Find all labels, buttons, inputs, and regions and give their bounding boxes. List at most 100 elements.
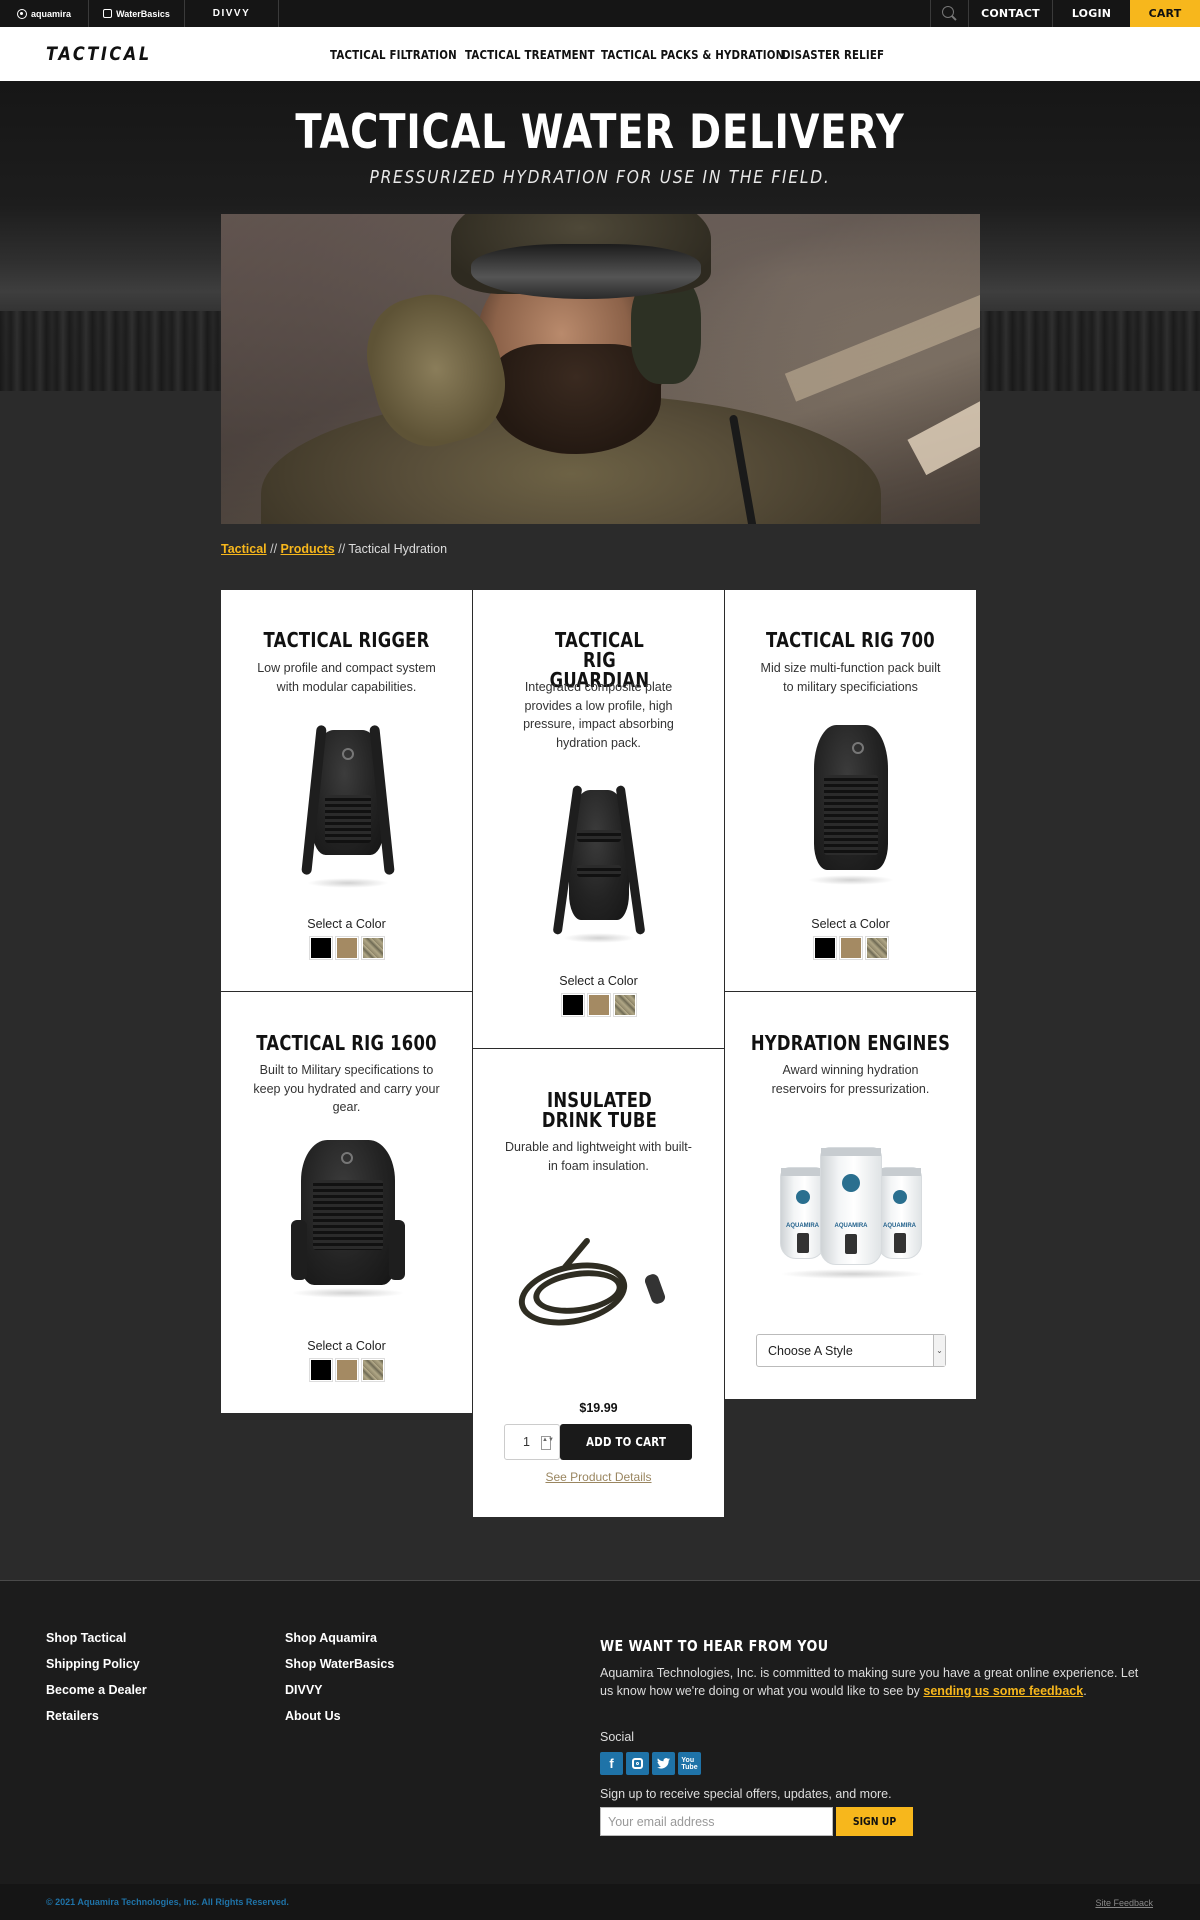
login-link[interactable]: LOGIN — [1052, 0, 1130, 27]
add-to-cart-label: ADD TO CART — [585, 1435, 667, 1449]
product-title[interactable]: HYDRATION ENGINES — [748, 1033, 954, 1053]
tactical-rig-1600-image[interactable] — [291, 1140, 405, 1300]
product-description: Integrated composite plate provides a lo… — [523, 680, 674, 750]
facebook-icon[interactable]: f — [600, 1752, 623, 1775]
swatch-camo[interactable] — [864, 936, 889, 960]
hero-title: TACTICAL WATER DELIVERY — [295, 105, 905, 160]
brand-aquamira-link[interactable]: aquamira — [0, 0, 89, 27]
swatch-tan[interactable] — [838, 936, 863, 960]
swatch-tan[interactable] — [586, 993, 611, 1017]
select-color-label: Select a Color — [307, 1339, 386, 1353]
sign-up-button[interactable]: SIGN UP — [836, 1807, 913, 1836]
email-input[interactable]: Your email address — [600, 1807, 833, 1836]
swatch-camo[interactable] — [612, 993, 637, 1017]
brand-label: WaterBasics — [116, 8, 170, 19]
footer-link-retailers[interactable]: Retailers — [46, 1709, 99, 1723]
site-footer: Shop Tactical Shipping Policy Become a D… — [0, 1580, 1200, 1884]
insulated-drink-tube-image[interactable] — [512, 1229, 693, 1349]
footer-link-shop-tactical[interactable]: Shop Tactical — [46, 1631, 126, 1645]
product-description: Durable and lightweight with built-in fo… — [505, 1140, 692, 1173]
swatch-black[interactable] — [308, 1358, 333, 1382]
product-title[interactable]: INSULATED DRINK TUBE — [537, 1090, 662, 1130]
breadcrumb: Tactical // Products // Tactical Hydrati… — [221, 542, 447, 556]
color-swatches — [725, 936, 976, 960]
tactical-rig-guardian-image[interactable] — [552, 775, 646, 945]
contact-link[interactable]: CONTACT — [968, 0, 1052, 27]
see-product-details-link[interactable]: See Product Details — [473, 1470, 724, 1484]
breadcrumb-separator: // — [270, 542, 278, 556]
send-feedback-link[interactable]: sending us some feedback — [923, 1684, 1083, 1698]
search-icon — [942, 6, 954, 18]
quantity-stepper[interactable]: 1 ▲▼ — [504, 1424, 560, 1460]
email-placeholder: Your email address — [608, 1814, 715, 1829]
product-card-tactical-rig-1600[interactable]: TACTICAL RIG 1600 Built to Military spec… — [220, 991, 473, 1414]
nav-disaster-relief[interactable]: DISASTER RELIEF — [782, 47, 884, 62]
copyright-text: © 2021 Aquamira Technologies, Inc. All R… — [46, 1897, 289, 1907]
select-value: Choose A Style — [768, 1343, 853, 1358]
product-price: $19.99 — [579, 1401, 618, 1415]
main-navigation: TACTICAL TACTICAL FILTRATION TACTICAL TR… — [0, 27, 1200, 81]
swatch-black[interactable] — [812, 936, 837, 960]
hero-soldier-photo — [221, 214, 980, 524]
product-card-tactical-rig-700[interactable]: TACTICAL RIG 700 Mid size multi-function… — [724, 589, 977, 992]
cart-link[interactable]: CART — [1130, 0, 1200, 27]
swatch-camo[interactable] — [360, 1358, 385, 1382]
swatch-black[interactable] — [308, 936, 333, 960]
tactical-rigger-image[interactable] — [301, 720, 395, 890]
nav-tactical-filtration[interactable]: TACTICAL FILTRATION — [330, 47, 457, 62]
quantity-value: 1 — [523, 1435, 530, 1449]
instagram-icon[interactable] — [626, 1752, 649, 1775]
choose-style-select[interactable]: Choose A Style ⌄ — [756, 1334, 946, 1367]
brand-label: DIVVY — [212, 8, 251, 19]
tactical-rig-700-image[interactable] — [808, 720, 894, 890]
footer-link-about-us[interactable]: About Us — [285, 1709, 341, 1723]
product-title[interactable]: TACTICAL RIG 700 — [748, 630, 954, 650]
bottom-bar: © 2021 Aquamira Technologies, Inc. All R… — [0, 1884, 1200, 1920]
color-swatches — [221, 936, 472, 960]
color-swatches — [221, 1358, 472, 1382]
product-description: Mid size multi-function pack built to mi… — [760, 661, 941, 694]
footer-link-shop-aquamira[interactable]: Shop Aquamira — [285, 1631, 377, 1645]
feedback-text: Aquamira Technologies, Inc. is committed… — [600, 1664, 1140, 1700]
footer-link-become-a-dealer[interactable]: Become a Dealer — [46, 1683, 147, 1697]
brand-divvy-link[interactable]: DIVVY — [185, 0, 279, 27]
site-feedback-link[interactable]: Site Feedback — [1095, 1898, 1153, 1908]
breadcrumb-products-link[interactable]: Products — [281, 542, 335, 556]
breadcrumb-separator: // — [338, 542, 346, 556]
waterbasics-logo-icon — [103, 9, 113, 18]
breadcrumb-tactical-link[interactable]: Tactical — [221, 542, 267, 556]
select-color-label: Select a Color — [811, 917, 890, 931]
swatch-black[interactable] — [560, 993, 585, 1017]
swatch-camo[interactable] — [360, 936, 385, 960]
select-color-label: Select a Color — [559, 974, 638, 988]
product-description: Built to Military specifications to keep… — [253, 1063, 440, 1114]
nav-tactical-packs-hydration[interactable]: TACTICAL PACKS & HYDRATION — [601, 47, 784, 62]
sign-up-label: SIGN UP — [852, 1815, 897, 1828]
product-card-hydration-engines[interactable]: HYDRATION ENGINES Award winning hydratio… — [724, 991, 977, 1400]
product-card-tactical-rigger[interactable]: TACTICAL RIGGER Low profile and compact … — [220, 589, 473, 992]
youtube-icon[interactable]: You Tube — [678, 1752, 701, 1775]
feedback-text-end: . — [1083, 1684, 1087, 1698]
spinner-arrows-icon[interactable]: ▲▼ — [541, 1436, 554, 1450]
swatch-tan[interactable] — [334, 936, 359, 960]
product-card-insulated-drink-tube[interactable]: INSULATED DRINK TUBE Durable and lightwe… — [472, 1048, 725, 1518]
footer-link-divvy[interactable]: DIVVY — [285, 1683, 323, 1697]
social-label: Social — [600, 1730, 635, 1744]
product-card-tactical-rig-guardian[interactable]: TACTICAL RIG GUARDIAN Integrated composi… — [472, 589, 725, 1049]
site-logo[interactable]: TACTICAL — [46, 43, 152, 65]
footer-link-shipping-policy[interactable]: Shipping Policy — [46, 1657, 140, 1671]
search-button[interactable] — [930, 0, 968, 27]
brand-label: aquamira — [30, 8, 72, 19]
add-to-cart-button[interactable]: ADD TO CART — [560, 1424, 692, 1460]
nav-tactical-treatment[interactable]: TACTICAL TREATMENT — [465, 47, 595, 62]
product-title[interactable]: TACTICAL RIG 1600 — [244, 1033, 450, 1053]
brand-bar: aquamira WaterBasics DIVVY CONTACT LOGIN… — [0, 0, 1200, 27]
hydration-engines-image[interactable]: AQUAMIRA AQUAMIRA AQUAMIRA — [780, 1147, 925, 1282]
feedback-heading: WE WANT TO HEAR FROM YOU — [600, 1637, 829, 1655]
product-title[interactable]: TACTICAL RIGGER — [244, 630, 450, 650]
twitter-icon[interactable] — [652, 1752, 675, 1775]
footer-link-shop-waterbasics[interactable]: Shop WaterBasics — [285, 1657, 394, 1671]
swatch-tan[interactable] — [334, 1358, 359, 1382]
brand-waterbasics-link[interactable]: WaterBasics — [89, 0, 185, 27]
product-description: Award winning hydration reservoirs for p… — [771, 1063, 930, 1096]
